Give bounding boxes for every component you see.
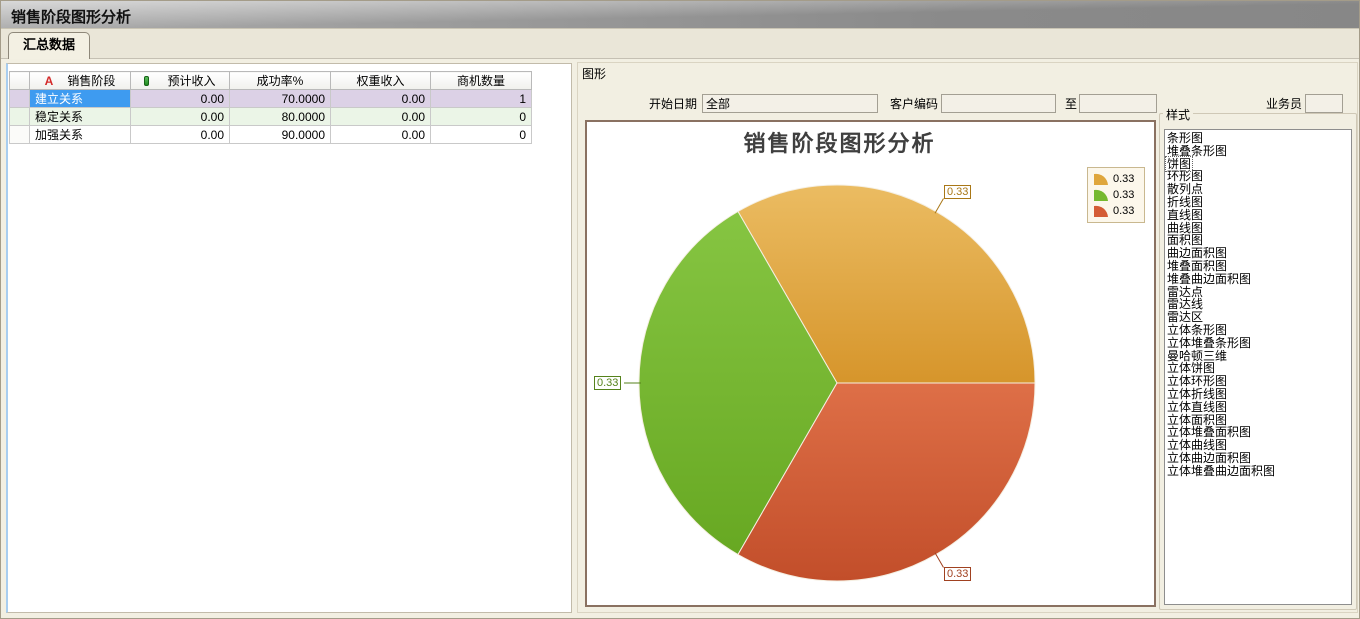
legend-item-2: 0.33 xyxy=(1093,188,1140,201)
row-indicator[interactable] xyxy=(10,126,30,144)
style-option-22[interactable]: 立体直线图 xyxy=(1166,401,1351,414)
sales-stage-table: A销售阶段 预计收入 成功率% 权重收入 商机数量 建立关系 0.00 70.0… xyxy=(9,71,532,144)
cell-stage[interactable]: 稳定关系 xyxy=(30,108,131,126)
cell-success-rate[interactable]: 90.0000 xyxy=(230,126,331,144)
salesman-label: 业务员 xyxy=(1258,95,1302,113)
table-header-row: A销售阶段 预计收入 成功率% 权重收入 商机数量 xyxy=(10,72,532,90)
pie-slice-label: 0.33 xyxy=(944,185,971,199)
cell-expected-income[interactable]: 0.00 xyxy=(131,108,230,126)
style-list[interactable]: 条形图堆叠条形图饼图环形图散列点折线图直线图曲线图面积图曲边面积图堆叠面积图堆叠… xyxy=(1164,129,1352,605)
row-indicator[interactable] xyxy=(10,90,30,108)
cell-weighted-income[interactable]: 0.00 xyxy=(331,90,431,108)
style-option-27[interactable]: 立体堆叠曲边面积图 xyxy=(1166,465,1351,478)
app-window: 销售阶段图形分析 汇总数据 A销售阶段 预计收入 成功率% 权重收入 商机数量 … xyxy=(0,0,1360,619)
col-header-stage[interactable]: A销售阶段 xyxy=(30,72,131,90)
pie-slice-label: 0.33 xyxy=(944,567,971,581)
style-group-label: 样式 xyxy=(1163,106,1193,123)
cell-opportunity-count[interactable]: 1 xyxy=(431,90,532,108)
legend-swatch-icon xyxy=(1093,172,1109,185)
cell-weighted-income[interactable]: 0.00 xyxy=(331,108,431,126)
salesman-input[interactable] xyxy=(1305,94,1343,113)
legend-swatch-icon xyxy=(1093,188,1109,201)
table-row-3[interactable]: 加强关系 0.00 90.0000 0.00 0 xyxy=(10,126,532,144)
chart-legend: 0.33 0.33 0.33 xyxy=(1087,167,1145,223)
table-row-2[interactable]: 稳定关系 0.00 80.0000 0.00 0 xyxy=(10,108,532,126)
row-indicator-header xyxy=(10,72,30,90)
col-header-weighted-income[interactable]: 权重收入 xyxy=(331,72,431,90)
content-divider xyxy=(1,58,1359,59)
sales-stage-grid-panel: A销售阶段 预计收入 成功率% 权重收入 商机数量 建立关系 0.00 70.0… xyxy=(6,63,572,613)
style-option-1[interactable]: 条形图 xyxy=(1166,132,1351,145)
col-header-success-rate[interactable]: 成功率% xyxy=(230,72,331,90)
style-option-17[interactable]: 立体堆叠条形图 xyxy=(1166,337,1351,350)
style-option-25[interactable]: 立体曲线图 xyxy=(1166,439,1351,452)
col-header-expected-income[interactable]: 预计收入 xyxy=(131,72,230,90)
cell-stage[interactable]: 加强关系 xyxy=(30,126,131,144)
pie-chart xyxy=(587,122,1154,605)
legend-value: 0.33 xyxy=(1113,173,1134,185)
style-option-11[interactable]: 堆叠面积图 xyxy=(1166,260,1351,273)
legend-value: 0.33 xyxy=(1113,189,1134,201)
legend-item-3: 0.33 xyxy=(1093,204,1140,217)
cell-opportunity-count[interactable]: 0 xyxy=(431,126,532,144)
legend-value: 0.33 xyxy=(1113,205,1134,217)
style-option-7[interactable]: 直线图 xyxy=(1166,209,1351,222)
pie-callout-line xyxy=(935,199,944,214)
start-date-input[interactable] xyxy=(702,94,878,113)
cell-stage[interactable]: 建立关系 xyxy=(30,90,131,108)
style-option-6[interactable]: 折线图 xyxy=(1166,196,1351,209)
cell-expected-income[interactable]: 0.00 xyxy=(131,126,230,144)
legend-item-1: 0.33 xyxy=(1093,172,1140,185)
chart-title: 销售阶段图形分析 xyxy=(587,126,1092,158)
style-group: 样式 条形图堆叠条形图饼图环形图散列点折线图直线图曲线图面积图曲边面积图堆叠面积… xyxy=(1159,113,1357,610)
style-option-16[interactable]: 立体条形图 xyxy=(1166,324,1351,337)
start-date-label: 开始日期 xyxy=(639,95,697,113)
pie-slice-label: 0.33 xyxy=(594,376,621,390)
style-option-2[interactable]: 堆叠条形图 xyxy=(1166,145,1351,158)
cell-success-rate[interactable]: 80.0000 xyxy=(230,108,331,126)
graph-group-label: 图形 xyxy=(582,65,606,82)
text-column-icon: A xyxy=(45,74,54,88)
pie-callout-line xyxy=(935,553,944,568)
numeric-column-icon xyxy=(144,76,149,86)
style-option-12[interactable]: 堆叠曲边面积图 xyxy=(1166,273,1351,286)
title-bar: 销售阶段图形分析 xyxy=(1,1,1359,29)
cell-success-rate[interactable]: 70.0000 xyxy=(230,90,331,108)
to-label: 至 xyxy=(1062,95,1077,113)
row-indicator[interactable] xyxy=(10,108,30,126)
tab-bar: 汇总数据 xyxy=(1,29,1359,58)
tab-summary-data[interactable]: 汇总数据 xyxy=(8,32,90,59)
style-option-26[interactable]: 立体曲边面积图 xyxy=(1166,452,1351,465)
cell-weighted-income[interactable]: 0.00 xyxy=(331,126,431,144)
table-row-1[interactable]: 建立关系 0.00 70.0000 0.00 1 xyxy=(10,90,532,108)
legend-swatch-icon xyxy=(1093,204,1109,217)
customer-code-from-input[interactable] xyxy=(941,94,1056,113)
chart-area: 销售阶段图形分析 0.33 0.33 0.33 0.33 0.33 0.33 xyxy=(585,120,1156,607)
style-option-21[interactable]: 立体折线图 xyxy=(1166,388,1351,401)
cell-opportunity-count[interactable]: 0 xyxy=(431,108,532,126)
cell-expected-income[interactable]: 0.00 xyxy=(131,90,230,108)
col-header-opportunity-count[interactable]: 商机数量 xyxy=(431,72,532,90)
customer-code-label: 客户编码 xyxy=(883,95,938,113)
customer-code-to-input[interactable] xyxy=(1079,94,1157,113)
page-title: 销售阶段图形分析 xyxy=(11,6,131,27)
